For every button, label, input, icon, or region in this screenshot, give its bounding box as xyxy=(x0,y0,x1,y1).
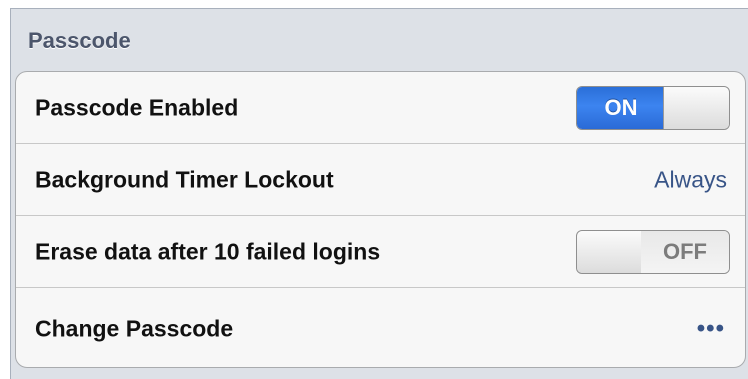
toggle-off-label: OFF xyxy=(641,230,729,273)
passcode-enabled-toggle[interactable]: ON xyxy=(576,85,730,130)
more-icon: ••• xyxy=(696,314,725,342)
section-header: Passcode xyxy=(28,28,131,53)
erase-data-toggle[interactable]: OFF xyxy=(576,229,730,274)
passcode-enabled-label: Passcode Enabled xyxy=(35,94,239,120)
passcode-enabled-row: Passcode Enabled ON xyxy=(16,72,745,144)
erase-data-row: Erase data after 10 failed logins OFF xyxy=(16,216,745,288)
erase-data-label: Erase data after 10 failed logins xyxy=(35,238,381,264)
background-timer-lockout-label: Background Timer Lockout xyxy=(35,166,334,192)
passcode-settings-group: Passcode Enabled ON Background Timer Loc… xyxy=(15,71,746,368)
toggle-knob xyxy=(577,230,643,273)
toggle-on-label: ON xyxy=(577,86,665,129)
change-passcode-label: Change Passcode xyxy=(35,315,234,341)
settings-screen: Passcode Passcode Enabled ON Background … xyxy=(0,0,748,379)
background-timer-lockout-row[interactable]: Background Timer Lockout Always xyxy=(16,144,745,216)
background-timer-lockout-value: Always xyxy=(654,166,727,192)
change-passcode-row[interactable]: Change Passcode ••• xyxy=(16,288,745,367)
toggle-knob xyxy=(663,86,729,129)
